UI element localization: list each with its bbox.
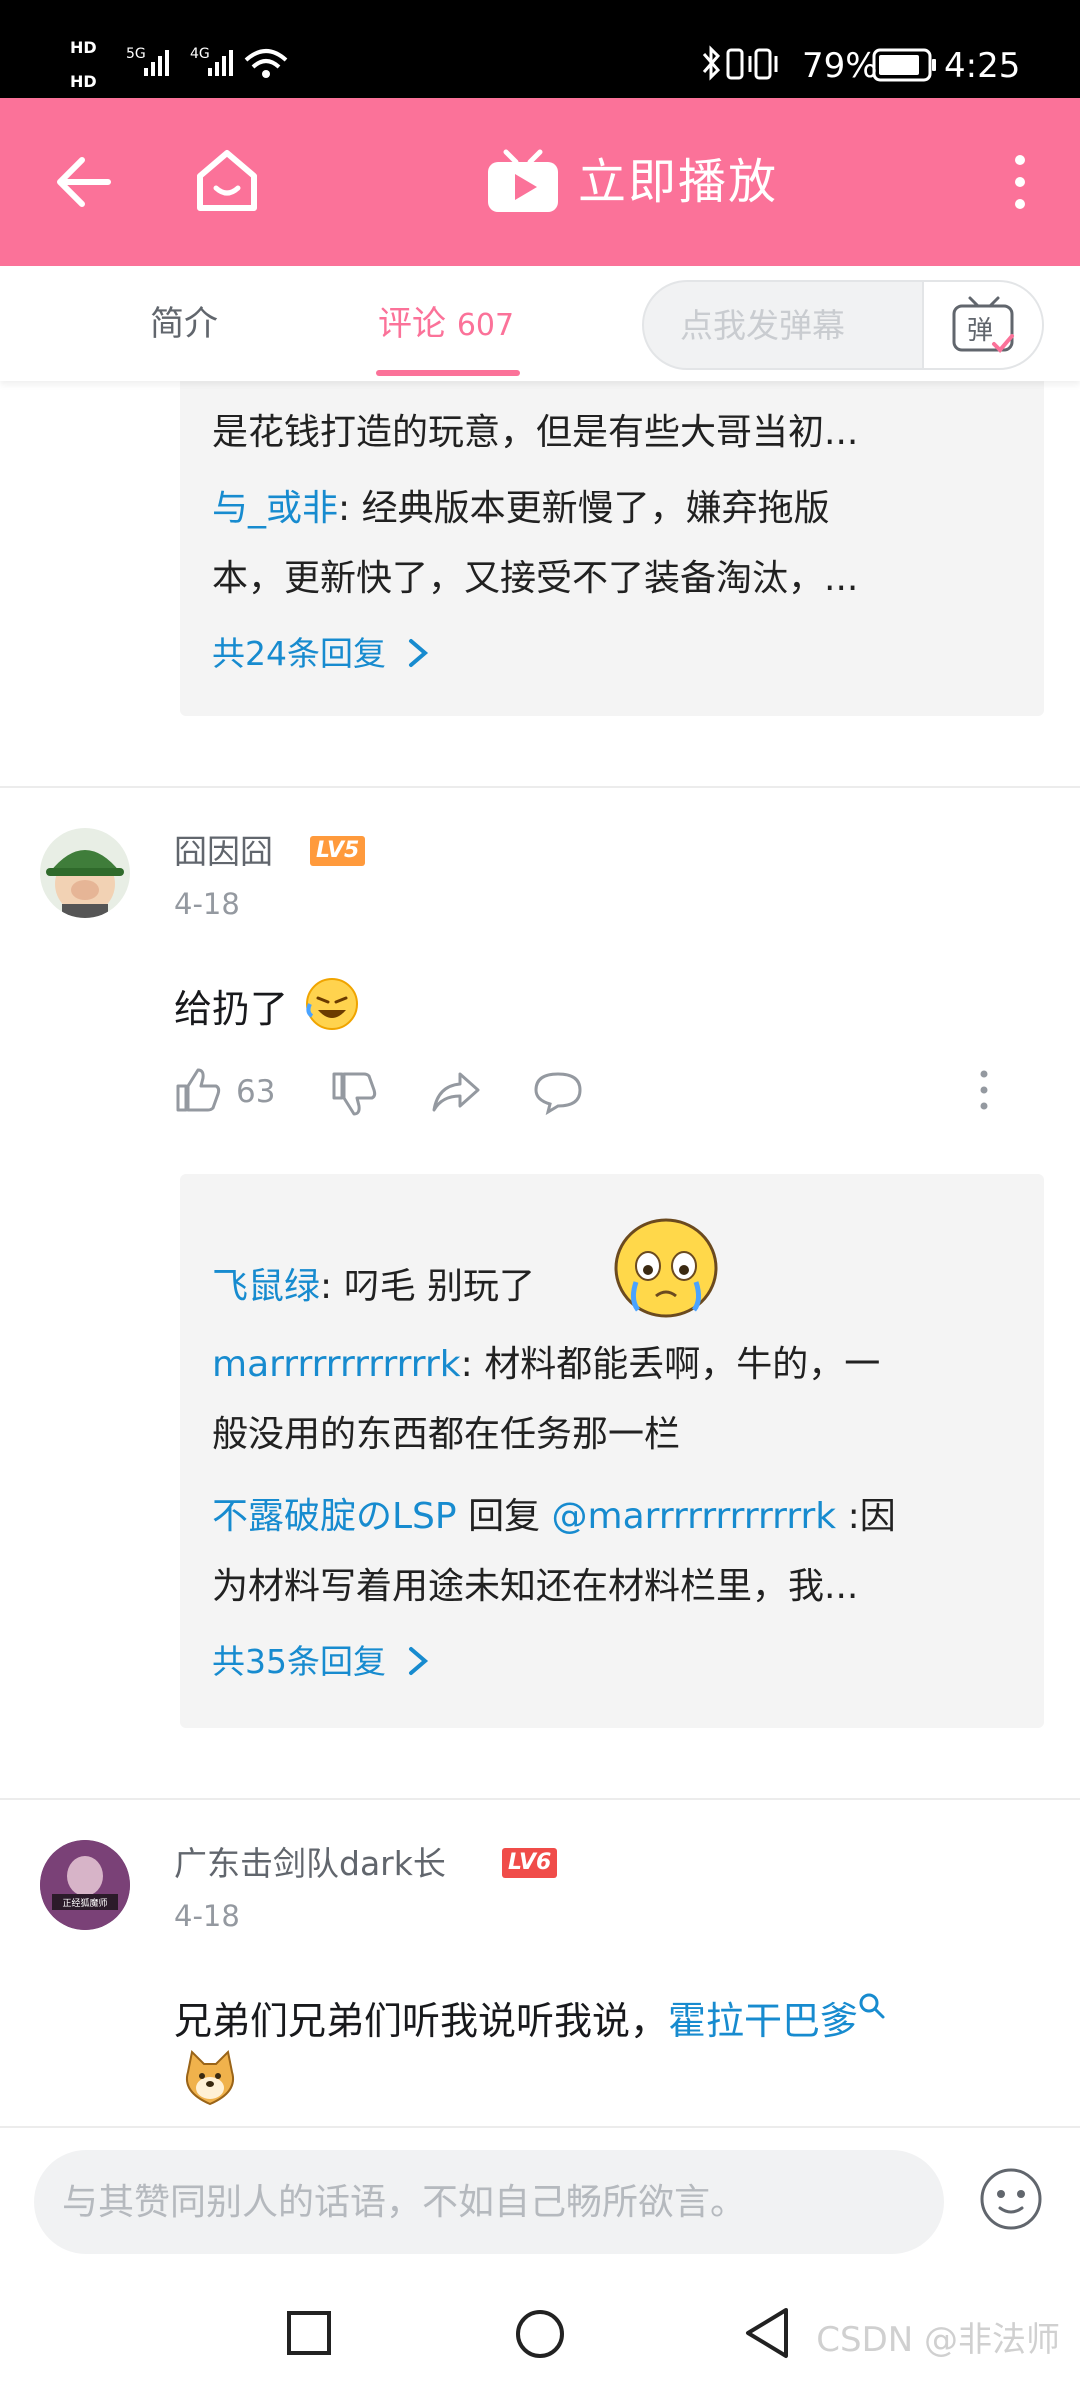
svg-text:5G: 5G [126,46,146,62]
view-more-replies-link[interactable]: 共24条回复 [212,632,431,676]
comment-username[interactable]: 广东击剑队dark长 [174,1842,446,1886]
hd1-indicator: HD [70,38,97,57]
back-arrow-icon[interactable] [52,152,116,212]
search-keyword-link[interactable]: 霍拉干巴爹 [668,1999,858,2043]
back-triangle-icon[interactable] [744,2306,790,2360]
avatar[interactable]: 正经狐魔师 [40,1840,130,1930]
bluetooth-vibrate-icon [702,45,778,81]
reply-text: : 经典版本更新慢了，嫌弃拖版 [338,488,830,529]
reply-text: 是花钱打造的玩意，但是有些大哥当初... [212,412,859,453]
reply-text: 般没用的东西都在任务那一栏 [212,1414,681,1455]
comment-text: 兄弟们兄弟们听我说听我说，霍拉干巴爹 [174,1992,886,2046]
like-count: 63 [236,1074,276,1110]
comment-username[interactable]: 囧因囧 [174,830,273,874]
reply-text: : 叼毛 别玩了 [320,1266,536,1307]
more-replies-label: 共35条回复 [212,1642,386,1681]
chevron-right-icon [408,639,428,667]
reply-item[interactable]: marrrrrrrrrrrrk: 材料都能丢啊，牛的，一 [212,1342,880,1388]
reply-mention[interactable]: @marrrrrrrrrrrrk [552,1496,837,1537]
home-icon[interactable] [192,146,262,216]
comment-text: 给扔了 [174,976,360,1034]
reply-item[interactable]: 飞鼠绿: 叼毛 别玩了 [212,1264,535,1310]
dislike-thumb-down-icon[interactable] [330,1070,378,1118]
svg-text:4G: 4G [190,46,210,62]
avatar[interactable] [40,828,130,918]
reply-box-thread1[interactable]: 是花钱打造的玩意，但是有些大哥当初... 与_或非: 经典版本更新慢了，嫌弃拖版… [180,330,1044,716]
reply-username[interactable]: 与_或非 [212,488,338,529]
system-nav-bar: CSDN @非法师 [0,2266,1080,2388]
comment-date: 4-18 [174,887,240,921]
tab-comments-label: 评论 [378,304,446,344]
reply-username[interactable]: 不露破腚のLSP [212,1496,457,1537]
watermark: CSDN @非法师 [816,2320,1060,2360]
play-now-title[interactable]: 立即播放 [578,150,778,214]
emoji-picker-icon[interactable] [978,2166,1044,2232]
avatar-caption: 正经狐魔师 [62,1897,107,1909]
tab-bar: 简介 评论 607 点我发弹幕 弹 [0,266,1080,381]
soldier-avatar-icon [46,850,124,918]
reply-item[interactable]: 与_或非: 经典版本更新慢了，嫌弃拖版 [212,486,830,532]
user-avatar-icon: 正经狐魔师 [40,1840,130,1930]
battery-percent: 79% [802,46,878,86]
comment-more-icon[interactable] [976,1068,992,1112]
reply-text: : 材料都能丢啊，牛的，一 [460,1344,881,1385]
status-bar: HD HD 5G 4G 79% 4:25 [0,0,1080,98]
home-circle-icon[interactable] [514,2308,566,2360]
comment-input[interactable] [34,2150,944,2254]
recent-apps-square-icon[interactable] [286,2310,332,2356]
comment-body: 给扔了 [174,987,289,1031]
comment-body: 兄弟们兄弟们听我说听我说， [174,1999,669,2043]
reply-username[interactable]: 飞鼠绿 [212,1266,320,1307]
view-more-replies-link[interactable]: 共35条回复 [212,1640,431,1684]
signal-icon: 5G 4G [126,46,288,78]
more-replies-label: 共24条回复 [212,634,386,673]
tv-play-icon [488,149,558,212]
reply-item[interactable]: 不露破腚のLSP 回复 @marrrrrrrrrrrrk :因 [212,1494,896,1540]
reply-text: :因 [836,1496,896,1537]
reply-text: 为材料写着用途未知还在材料栏里，我... [212,1566,859,1607]
level-badge: LV6 [502,1848,558,1878]
crying-emoji-icon [614,1218,718,1318]
tab-comments[interactable]: 评论 607 [378,302,514,348]
comment-divider [0,1798,1080,1800]
tab-comments-count: 607 [456,308,515,343]
clock: 4:25 [944,46,1021,86]
danmaku-input[interactable]: 点我发弹幕 弹 [642,280,1044,370]
chevron-right-icon [408,1647,428,1675]
danmaku-toggle-button[interactable]: 弹 [922,282,1042,368]
share-arrow-icon[interactable] [430,1068,482,1116]
danmaku-placeholder: 点我发弹幕 [680,306,845,345]
like-thumb-up-icon[interactable] [174,1066,222,1114]
reply-keyword: 回复 [456,1496,552,1537]
comment-input-bar [0,2126,1080,2266]
level-badge: LV5 [310,836,366,866]
comment-date: 4-18 [174,1899,240,1933]
tab-active-indicator [376,370,520,376]
comment-divider [0,786,1080,788]
battery-icon [872,48,936,82]
app-header: 立即播放 [0,98,1080,266]
hd2-indicator: HD [70,72,97,91]
reply-bubble-icon[interactable] [532,1068,584,1116]
laughing-crying-emoji-icon [306,978,359,1030]
doge-emoji-icon [186,2049,234,2106]
danmaku-icon-text: 弹 [967,316,993,346]
danmaku-tv-icon: 弹 [952,296,1014,353]
reply-username[interactable]: marrrrrrrrrrrrk [212,1344,461,1385]
more-menu-icon[interactable] [1008,152,1032,212]
reply-box-thread2[interactable]: 飞鼠绿: 叼毛 别玩了 marrrrrrrrrrrrk: 材料都能丢啊，牛的，一… [180,1174,1044,1728]
search-icon[interactable] [858,1992,886,2020]
reply-text: 本，更新快了，又接受不了装备淘汰，... [212,558,859,599]
tab-intro[interactable]: 简介 [150,302,218,346]
